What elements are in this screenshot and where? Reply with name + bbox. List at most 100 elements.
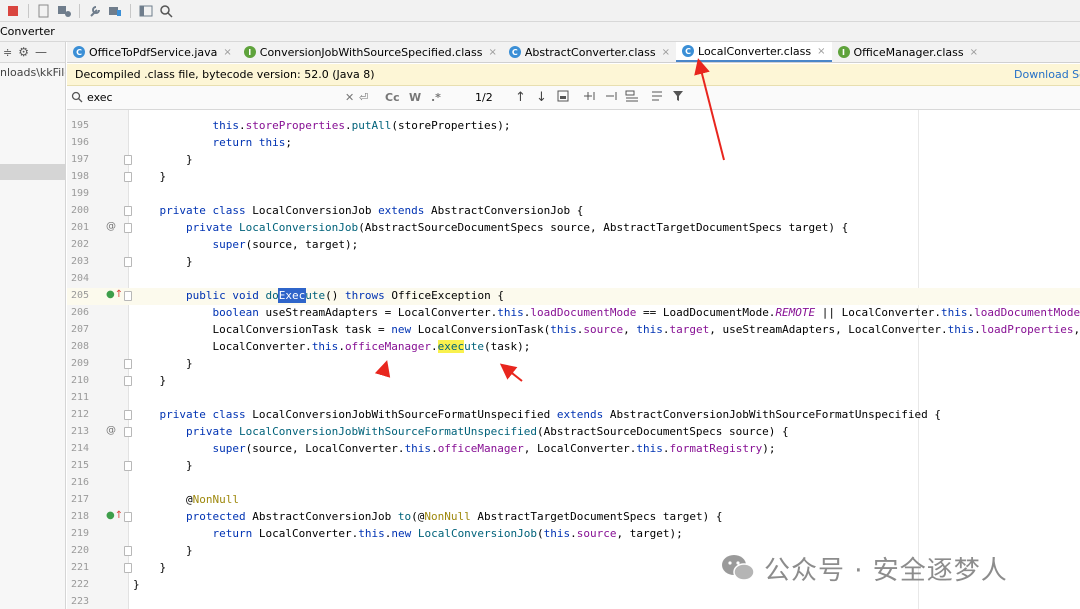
match-case-toggle[interactable]: Cc xyxy=(385,91,400,104)
export-icon[interactable] xyxy=(35,2,53,20)
code-line[interactable]: 202 super(source, target); xyxy=(67,237,1080,254)
fold-marker-icon[interactable] xyxy=(124,376,132,386)
select-all-occurrences-icon[interactable] xyxy=(557,90,569,102)
code-line[interactable]: 195 this.storeProperties.putAll(storePro… xyxy=(67,118,1080,135)
override-gutter-icon[interactable]: ●↑ xyxy=(106,510,123,521)
code-line[interactable]: 213 @ private LocalConversionJobWithSourc… xyxy=(67,424,1080,441)
annotation-gutter-icon[interactable]: @ xyxy=(106,221,116,232)
tab-officemanager-class[interactable]: I OfficeManager.class × xyxy=(832,42,985,62)
tab-label: ConversionJobWithSourceSpecified.class xyxy=(259,45,483,59)
filter-icon[interactable] xyxy=(672,90,684,102)
search-field[interactable]: ✕ xyxy=(69,88,354,107)
fold-marker-icon[interactable] xyxy=(124,512,132,522)
line-number: 220 xyxy=(70,545,89,556)
layout-icon[interactable] xyxy=(137,2,155,20)
fold-marker-icon[interactable] xyxy=(124,291,132,301)
fold-marker-icon[interactable] xyxy=(124,223,132,233)
code-text: } xyxy=(133,170,167,183)
previous-match-icon[interactable]: ↑ xyxy=(515,90,526,105)
override-gutter-icon[interactable]: ●↑ xyxy=(106,289,123,300)
code-line[interactable]: 209 } xyxy=(67,356,1080,373)
close-tab-icon[interactable]: × xyxy=(223,47,231,58)
code-text: } xyxy=(133,544,193,557)
line-number: 199 xyxy=(70,188,89,199)
fold-marker-icon[interactable] xyxy=(124,206,132,216)
code-line[interactable]: 211 xyxy=(67,390,1080,407)
run-config-icon[interactable] xyxy=(55,2,73,20)
code-line[interactable]: 201 @ private LocalConversionJob(Abstract… xyxy=(67,220,1080,237)
search-options-icon[interactable] xyxy=(651,90,663,102)
code-line[interactable]: 199 xyxy=(67,186,1080,203)
add-occurrence-icon[interactable] xyxy=(583,90,597,102)
code-line[interactable]: 216 xyxy=(67,475,1080,492)
code-line[interactable]: 203 } xyxy=(67,254,1080,271)
minimize-icon[interactable]: — xyxy=(35,45,47,59)
code-line[interactable]: 212 private class LocalConversionJobWith… xyxy=(67,407,1080,424)
wrench-icon[interactable] xyxy=(86,2,104,20)
line-number: 202 xyxy=(70,239,89,250)
line-number: 223 xyxy=(70,596,89,607)
regex-toggle[interactable]: .* xyxy=(431,91,441,104)
close-tab-icon[interactable]: × xyxy=(662,47,670,58)
fold-marker-icon[interactable] xyxy=(124,155,132,165)
code-line[interactable]: 204 xyxy=(67,271,1080,288)
fold-marker-icon[interactable] xyxy=(124,257,132,267)
code-line[interactable]: 206 boolean useStreamAdapters = LocalCon… xyxy=(67,305,1080,322)
tab-localconverter-class[interactable]: C LocalConverter.class × xyxy=(676,42,832,62)
tab-conversionjobwithsourcespecified-class[interactable]: I ConversionJobWithSourceSpecified.class × xyxy=(238,42,503,62)
fold-marker-icon[interactable] xyxy=(124,546,132,556)
code-line[interactable]: 207 LocalConversionTask task = new Local… xyxy=(67,322,1080,339)
fold-marker-icon[interactable] xyxy=(124,461,132,471)
code-editor[interactable]: 195 this.storeProperties.putAll(storePro… xyxy=(67,110,1080,609)
tab-abstractconverter-class[interactable]: C AbstractConverter.class × xyxy=(503,42,676,62)
project-tree-selected-row[interactable] xyxy=(0,164,65,180)
clear-search-icon[interactable]: ✕ xyxy=(345,91,354,104)
tab-officetopdfservice-java[interactable]: C OfficeToPdfService.java × xyxy=(67,42,238,62)
find-bar: ✕ ⏎ Cc W .* 1/2 ↑ ↓ xyxy=(67,86,1080,110)
class-icon: C xyxy=(682,45,695,57)
fold-marker-icon[interactable] xyxy=(124,410,132,420)
fold-marker-icon[interactable] xyxy=(124,172,132,182)
project-tree-path[interactable]: nloads\kkFileV xyxy=(0,66,65,79)
code-line[interactable]: 200 private class LocalConversionJob ext… xyxy=(67,203,1080,220)
code-text: this.storeProperties.putAll(storePropert… xyxy=(212,119,511,132)
stop-icon[interactable] xyxy=(4,2,22,20)
project-panel-header: ≑ ⚙ — xyxy=(0,42,65,63)
code-line[interactable]: 214 super(source, LocalConverter.this.of… xyxy=(67,441,1080,458)
fold-marker-icon[interactable] xyxy=(124,563,132,573)
match-count: 1/2 xyxy=(475,91,493,104)
next-match-icon[interactable]: ↓ xyxy=(536,90,547,105)
new-line-icon[interactable]: ⏎ xyxy=(359,91,368,104)
filter-occurrences-icon[interactable] xyxy=(625,90,639,102)
close-tab-icon[interactable]: × xyxy=(817,46,825,57)
code-line[interactable]: 208 LocalConverter.this.officeManager.ex… xyxy=(67,339,1080,356)
line-number: 196 xyxy=(70,137,89,148)
breadcrumb[interactable]: Converter xyxy=(0,25,55,38)
code-text: } xyxy=(133,255,193,268)
code-line[interactable]: 219 return LocalConverter.this.new Local… xyxy=(67,526,1080,543)
code-line[interactable]: 197 } xyxy=(67,152,1080,169)
interface-icon: I xyxy=(837,46,850,58)
fold-marker-icon[interactable] xyxy=(124,359,132,369)
search-input[interactable] xyxy=(87,90,337,105)
code-line[interactable]: 210 } xyxy=(67,373,1080,390)
search-icon[interactable] xyxy=(157,2,175,20)
close-tab-icon[interactable]: × xyxy=(970,47,978,58)
fold-marker-icon[interactable] xyxy=(124,427,132,437)
code-line[interactable]: 198 } xyxy=(67,169,1080,186)
download-sources-link[interactable]: Download Sou xyxy=(1014,68,1080,81)
remove-occurrence-icon[interactable] xyxy=(605,90,619,102)
whole-words-toggle[interactable]: W xyxy=(409,91,421,104)
close-tab-icon[interactable]: × xyxy=(488,47,496,58)
annotation-gutter-icon[interactable]: @ xyxy=(106,425,116,436)
code-line[interactable]: 205 ●↑ public void doExecute() throws Off… xyxy=(67,288,1080,305)
collapse-icon[interactable]: ≑ xyxy=(3,46,12,59)
code-line[interactable]: 217 @NonNull xyxy=(67,492,1080,509)
code-line[interactable]: 223 xyxy=(67,594,1080,609)
project-structure-icon[interactable] xyxy=(106,2,124,20)
code-line[interactable]: 215 } xyxy=(67,458,1080,475)
search-icon[interactable] xyxy=(71,91,83,103)
code-line[interactable]: 218 ●↑ protected AbstractConversionJob to… xyxy=(67,509,1080,526)
gear-icon[interactable]: ⚙ xyxy=(18,45,29,59)
code-line[interactable]: 196 return this; xyxy=(67,135,1080,152)
